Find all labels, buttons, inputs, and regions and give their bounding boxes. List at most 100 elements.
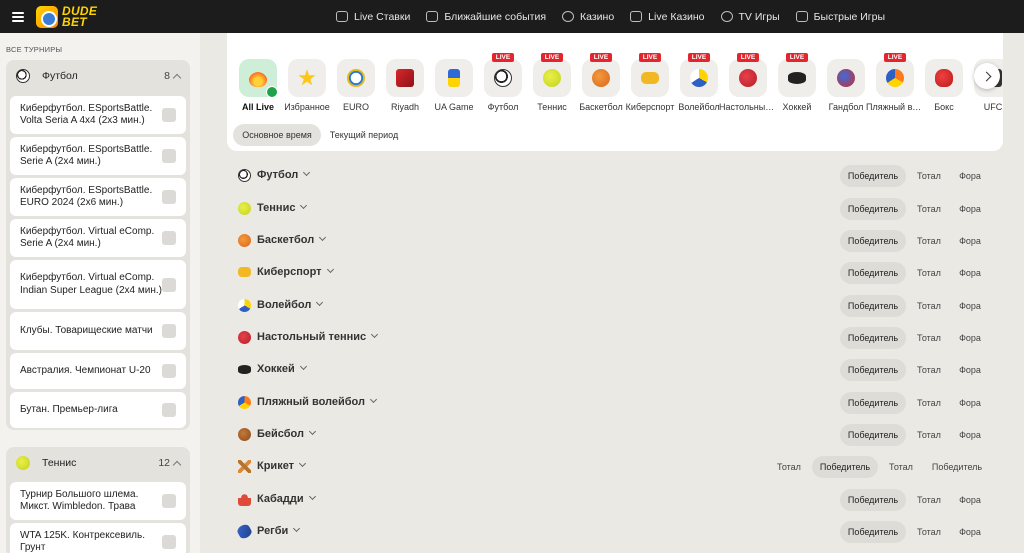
league-checkbox[interactable] [162, 108, 176, 122]
sport-row-volleyball: Волейбол Победитель Тотал Фора [227, 290, 1003, 322]
sport-row-title[interactable]: Волейбол [257, 298, 324, 311]
chip-boxing[interactable] [925, 59, 963, 97]
sport-row-title[interactable]: Футбол [257, 168, 311, 181]
league-checkbox[interactable] [162, 494, 176, 508]
chip-all-live[interactable] [239, 59, 278, 98]
league-item[interactable]: Киберфутбол. Virtual eComp. Indian Super… [10, 260, 186, 309]
chevron-up-icon[interactable] [172, 460, 182, 469]
market-winner[interactable]: Победитель [840, 230, 906, 252]
chevron-right-icon[interactable] [974, 63, 1000, 89]
nav-quick-games[interactable]: Быстрые Игры [795, 11, 885, 23]
market-winner[interactable]: Победитель [840, 392, 906, 414]
market-handicap[interactable]: Фора [951, 521, 989, 543]
chip-tennis[interactable]: LIVE [533, 53, 571, 97]
market-handicap[interactable]: Фора [951, 230, 989, 252]
sport-row-title[interactable]: Пляжный волейбол [257, 395, 378, 408]
market-winner[interactable]: Победитель [840, 198, 906, 220]
market-winner[interactable]: Победитель [812, 456, 878, 478]
league-item[interactable]: Турнир Большого шлема. Микст. Wimbledon.… [10, 482, 186, 520]
sport-row-title[interactable]: Настольный теннис [257, 330, 379, 343]
market-handicap[interactable]: Фора [951, 327, 989, 349]
market-total[interactable]: Тотал [909, 295, 949, 317]
sport-row-title[interactable]: Киберспорт [257, 265, 334, 278]
market-total[interactable]: Тотал [909, 262, 949, 284]
chip-esports[interactable]: LIVE [631, 53, 669, 97]
league-checkbox[interactable] [162, 190, 176, 204]
market-total[interactable]: Тотал [909, 230, 949, 252]
market-winner[interactable]: Победитель [840, 489, 906, 511]
chip-football[interactable]: LIVE [484, 53, 522, 97]
league-checkbox[interactable] [162, 324, 176, 338]
chip-hockey[interactable]: LIVE [778, 53, 816, 97]
nav-live-casino[interactable]: Live Казино [630, 11, 705, 23]
menu-icon[interactable] [12, 11, 24, 22]
market-handicap[interactable]: Фора [951, 359, 989, 381]
market-winner[interactable]: Победитель [840, 521, 906, 543]
sidebar-group-header[interactable]: Теннис 12 [6, 447, 190, 479]
market-winner[interactable]: Победитель [840, 165, 906, 187]
market-winner[interactable]: Победитель [840, 424, 906, 446]
market-winner[interactable]: Победитель [840, 327, 906, 349]
tab-main-time[interactable]: Основное время [233, 124, 321, 146]
chevron-up-icon[interactable] [172, 73, 182, 82]
nav-casino[interactable]: Казино [562, 11, 614, 23]
league-checkbox[interactable] [162, 535, 176, 549]
nav-tv-games[interactable]: TV Игры [720, 11, 780, 23]
market-total[interactable]: Тотал [909, 489, 949, 511]
sidebar-group-header[interactable]: Футбол 8 [6, 60, 190, 92]
chip-riyadh[interactable] [386, 59, 424, 97]
sport-row-title[interactable]: Баскетбол [257, 233, 327, 246]
league-item[interactable]: Киберфутбол. ESportsBattle. Serie A (2x4… [10, 137, 186, 175]
market-total[interactable]: Тотал [909, 165, 949, 187]
market-winner[interactable]: Победитель [925, 456, 989, 478]
chip-handball[interactable] [827, 59, 865, 97]
nav-upcoming-events[interactable]: Ближайшие события [426, 11, 546, 23]
logo[interactable]: DUDE BET [36, 5, 97, 28]
chip-favorites[interactable] [288, 59, 326, 97]
league-checkbox[interactable] [162, 149, 176, 163]
market-winner[interactable]: Победитель [840, 295, 906, 317]
sport-row-title[interactable]: Крикет [257, 459, 307, 472]
sport-row-title[interactable]: Кабадди [257, 492, 316, 505]
league-item[interactable]: Киберфутбол. ESportsBattle. Volta Seria … [10, 96, 186, 134]
league-checkbox[interactable] [162, 364, 176, 378]
market-handicap[interactable]: Фора [951, 165, 989, 187]
market-handicap[interactable]: Фора [951, 489, 989, 511]
market-handicap[interactable]: Фора [951, 262, 989, 284]
league-item[interactable]: Киберфутбол. ESportsBattle. EURO 2024 (2… [10, 178, 186, 216]
chip-ua-game[interactable] [435, 59, 473, 97]
chip-table-tennis[interactable]: LIVE [729, 53, 767, 97]
league-item[interactable]: Австралия. Чемпионат U-20 [10, 353, 186, 389]
chip-beach-volleyball[interactable]: LIVE [876, 53, 914, 97]
market-total[interactable]: Тотал [770, 456, 808, 478]
market-total[interactable]: Тотал [909, 327, 949, 349]
sport-row-title[interactable]: Регби [257, 524, 301, 537]
market-total[interactable]: Тотал [909, 424, 949, 446]
league-item[interactable]: Киберфутбол. Virtual eComp. Serie A (2x4… [10, 219, 186, 257]
market-total[interactable]: Тотал [882, 456, 920, 478]
chip-basketball[interactable]: LIVE [582, 53, 620, 97]
league-item[interactable]: WTA 125K. Контрексевиль. Грунт [10, 523, 186, 553]
sport-row-title[interactable]: Бейсбол [257, 427, 317, 440]
chip-euro[interactable] [337, 59, 375, 97]
market-handicap[interactable]: Фора [951, 198, 989, 220]
market-total[interactable]: Тотал [909, 392, 949, 414]
market-handicap[interactable]: Фора [951, 424, 989, 446]
sport-row-title[interactable]: Теннис [257, 201, 308, 214]
market-winner[interactable]: Победитель [840, 262, 906, 284]
league-checkbox[interactable] [162, 277, 176, 292]
league-checkbox[interactable] [162, 231, 176, 245]
nav-live-bets[interactable]: Live Ставки [336, 11, 410, 23]
market-total[interactable]: Тотал [909, 521, 949, 543]
market-handicap[interactable]: Фора [951, 392, 989, 414]
league-checkbox[interactable] [162, 403, 176, 417]
tab-current-period[interactable]: Текущий период [325, 124, 403, 146]
chip-volleyball[interactable]: LIVE [680, 53, 718, 97]
league-item[interactable]: Клубы. Товарищеские матчи [10, 312, 186, 350]
market-winner[interactable]: Победитель [840, 359, 906, 381]
league-item[interactable]: Бутан. Премьер-лига [10, 392, 186, 428]
market-total[interactable]: Тотал [909, 198, 949, 220]
sport-row-title[interactable]: Хоккей [257, 362, 307, 375]
market-total[interactable]: Тотал [909, 359, 949, 381]
market-handicap[interactable]: Фора [951, 295, 989, 317]
